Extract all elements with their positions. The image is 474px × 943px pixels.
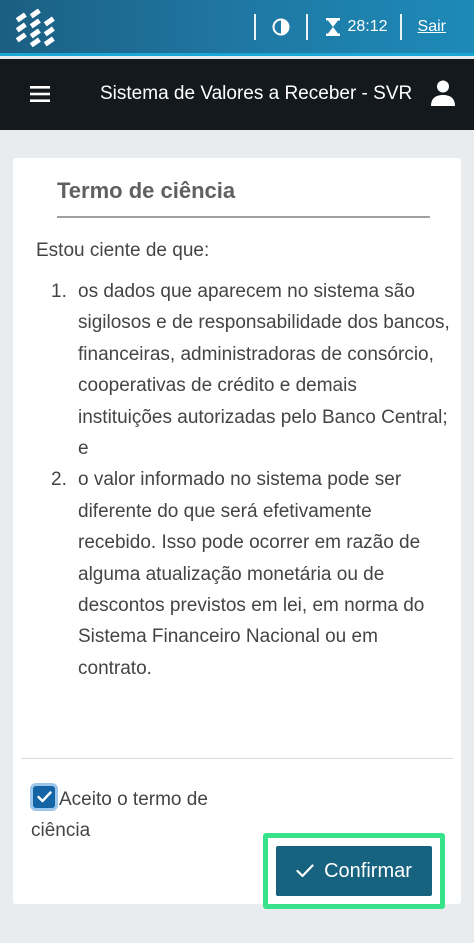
hourglass-icon [325, 17, 340, 36]
page-title: Sistema de Valores a Receber - SVR [100, 83, 413, 104]
hamburger-menu-icon[interactable] [28, 82, 52, 106]
card-title: Termo de ciência [57, 178, 430, 218]
accept-terms-checkbox[interactable]: Aceito o termo de ciência [31, 784, 271, 847]
bcb-logo-icon[interactable] [14, 9, 58, 47]
session-timer: 28:12 [308, 0, 400, 53]
list-item-number: 2. [51, 469, 67, 491]
terms-intro: Estou ciente de que: [36, 240, 210, 261]
terms-card: Termo de ciência Estou ciente de que: 1.… [13, 158, 461, 909]
user-icon[interactable] [430, 79, 456, 107]
list-item: 2. o valor informado no sistema pode ser… [51, 464, 451, 684]
app-header: Sistema de Valores a Receber - SVR [0, 59, 474, 130]
list-item: 1. os dados que aparecem no sistema são … [51, 276, 451, 464]
top-bar-tools: 28:12 Sair [253, 0, 474, 53]
confirm-button-focus-ring: Confirmar [263, 833, 445, 909]
list-item-text: o valor informado no sistema pode ser di… [78, 469, 425, 679]
logout-link[interactable]: Sair [402, 18, 474, 36]
confirm-button-label: Confirmar [324, 859, 412, 882]
contrast-toggle-button[interactable] [256, 0, 306, 53]
list-item-number: 1. [51, 281, 67, 302]
checkbox-box[interactable] [33, 786, 55, 808]
checkmark-icon [36, 791, 52, 803]
separator [399, 13, 402, 40]
list-item-text: os dados que aparecem no sistema são sig… [78, 281, 450, 460]
confirm-button[interactable]: Confirmar [276, 846, 432, 896]
accept-terms-label: Aceito o termo de ciência [31, 789, 208, 842]
separator [253, 13, 256, 40]
contrast-icon [272, 18, 289, 35]
terms-list: 1. os dados que aparecem no sistema são … [51, 276, 451, 684]
separator [305, 13, 308, 40]
divider [21, 758, 453, 759]
top-bar: 28:12 Sair [0, 0, 474, 56]
checkmark-icon [296, 864, 314, 878]
session-timer-value: 28:12 [347, 17, 388, 35]
